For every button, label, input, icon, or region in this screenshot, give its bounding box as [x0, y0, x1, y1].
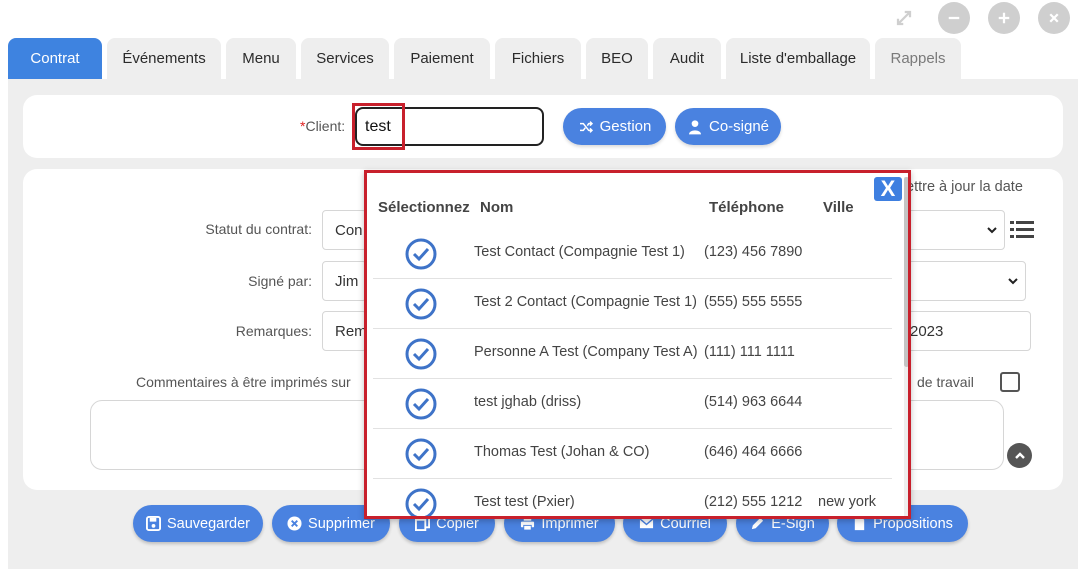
chevron-down-icon [1008, 278, 1018, 285]
statut-value: Con [335, 221, 363, 239]
client-row[interactable]: test jghab (driss) (514) 963 6644 [373, 379, 892, 429]
update-date-label: ettre à jour la date [906, 179, 1023, 195]
chevron-up-icon [1014, 451, 1025, 459]
client-row[interactable]: Test Contact (Compagnie Test 1) (123) 45… [373, 229, 892, 279]
signe-select[interactable]: Jim [322, 261, 367, 301]
client-name: Personne A Test (Company Test A) [474, 344, 698, 360]
times-circle-icon [287, 516, 302, 531]
gestion-button[interactable]: Gestion [563, 108, 666, 145]
check-circle-icon[interactable] [405, 488, 437, 519]
popup-scrollbar[interactable] [904, 177, 908, 516]
client-search-input[interactable] [355, 107, 544, 146]
plus-icon[interactable] [988, 2, 1020, 34]
header-phone: Téléphone [709, 199, 785, 216]
client-phone: (111) 111 1111 [704, 344, 795, 360]
window-controls [888, 2, 1070, 34]
client-name: Test 2 Contact (Compagnie Test 1) [474, 294, 697, 310]
header-select: Sélectionnez [378, 199, 470, 216]
client-row[interactable]: Test test (Pxier) (212) 555 1212 new yor… [373, 479, 892, 519]
tab-fichiers[interactable]: Fichiers [495, 38, 581, 79]
cosigne-label: Co-signé [708, 118, 770, 135]
travail-label: de travail [917, 374, 974, 390]
client-phone: (514) 963 6644 [704, 394, 803, 410]
client-name: test jghab (driss) [474, 394, 582, 410]
client-search-popup: X Sélectionnez Nom Téléphone Ville Test … [364, 170, 911, 519]
client-phone: (212) 555 1212 [704, 494, 803, 510]
check-circle-icon[interactable] [405, 438, 437, 470]
tab-bar: Contrat Événements Menu Services Paiemen… [8, 38, 961, 79]
tab-evenements[interactable]: Événements [107, 38, 221, 79]
minus-icon[interactable] [938, 2, 970, 34]
close-icon[interactable] [1038, 2, 1070, 34]
gestion-label: Gestion [599, 118, 652, 135]
client-label-text: Client: [305, 118, 346, 134]
statut-select-end[interactable] [905, 210, 1005, 250]
client-name: Test Contact (Compagnie Test 1) [474, 244, 685, 260]
tab-beo[interactable]: BEO [586, 38, 648, 79]
client-label: *Client: [300, 118, 345, 134]
check-circle-icon[interactable] [405, 388, 437, 420]
client-phone: (555) 555 5555 [704, 294, 803, 310]
check-circle-icon[interactable] [405, 288, 437, 320]
remarques-input[interactable]: Rem [322, 311, 367, 351]
date-input[interactable]: 2023 [905, 311, 1031, 351]
header-name: Nom [480, 199, 514, 216]
date-value: 2023 [910, 322, 944, 340]
client-phone: (646) 464 6666 [704, 444, 803, 460]
client-city: new york [818, 494, 877, 510]
save-label: Sauvegarder [166, 515, 251, 532]
check-circle-icon[interactable] [405, 338, 437, 370]
check-circle-icon[interactable] [405, 238, 437, 270]
save-button[interactable]: Sauvegarder [133, 505, 263, 542]
client-name: Thomas Test (Johan & CO) [474, 444, 650, 460]
statut-label: Statut du contrat: [205, 221, 312, 237]
tab-menu[interactable]: Menu [226, 38, 296, 79]
remarques-label: Remarques: [235, 323, 312, 339]
list-icon[interactable] [1010, 220, 1034, 240]
client-row[interactable]: Personne A Test (Company Test A) (111) 1… [373, 329, 892, 379]
floppy-disk-icon [145, 516, 161, 531]
chevron-down-icon [987, 227, 997, 234]
scroll-up-button[interactable] [1007, 443, 1032, 468]
tab-audit[interactable]: Audit [653, 38, 721, 79]
statut-select[interactable]: Con [322, 210, 367, 250]
popup-close-button[interactable]: X [874, 176, 902, 201]
remarques-value: Rem [335, 322, 367, 340]
header-city: Ville [823, 199, 854, 216]
tab-liste-emballage[interactable]: Liste d'emballage [726, 38, 870, 79]
signe-label: Signé par: [248, 273, 312, 289]
tab-paiement[interactable]: Paiement [394, 38, 490, 79]
shuffle-icon [579, 120, 593, 133]
tab-rappels[interactable]: Rappels [875, 38, 961, 79]
travail-checkbox[interactable] [1000, 372, 1020, 392]
expand-icon[interactable] [888, 2, 920, 34]
client-row[interactable]: Thomas Test (Johan & CO) (646) 464 6666 [373, 429, 892, 479]
popup-scrollbar-thumb[interactable] [904, 177, 908, 367]
client-row[interactable]: Test 2 Contact (Compagnie Test 1) (555) … [373, 279, 892, 329]
cosigne-button[interactable]: Co-signé [675, 108, 781, 145]
client-phone: (123) 456 7890 [704, 244, 803, 260]
signe-select-end[interactable] [905, 261, 1026, 301]
signe-value: Jim [335, 272, 359, 290]
tab-services[interactable]: Services [301, 38, 389, 79]
tab-contrat[interactable]: Contrat [8, 38, 102, 79]
commentaires-label: Commentaires à être imprimés sur [136, 374, 351, 390]
client-name: Test test (Pxier) [474, 494, 575, 510]
user-icon [688, 119, 701, 134]
